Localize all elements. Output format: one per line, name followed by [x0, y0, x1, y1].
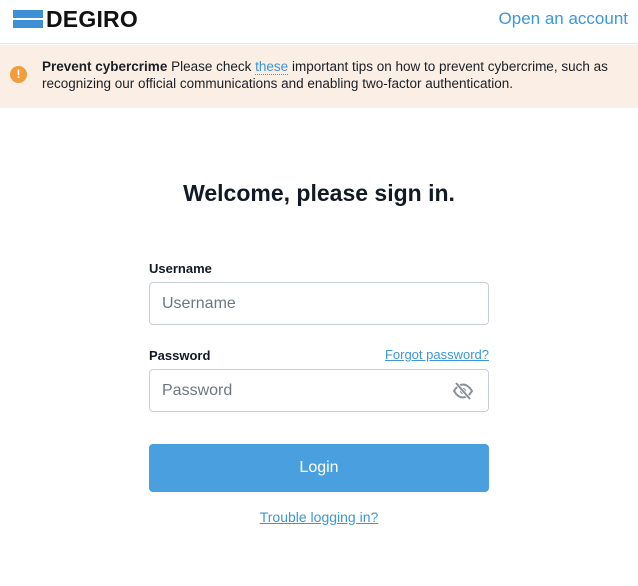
degiro-logo[interactable]: DEGIRO: [13, 6, 138, 32]
banner-title: Prevent cybercrime: [42, 59, 168, 74]
forgot-password-link[interactable]: Forgot password?: [385, 347, 489, 363]
trouble-logging-in-link[interactable]: Trouble logging in?: [260, 509, 379, 525]
logo-text: DEGIRO: [46, 6, 138, 32]
username-label: Username: [149, 261, 212, 276]
trouble-logging-in-container: Trouble logging in?: [0, 509, 638, 526]
banner-tips-link[interactable]: these: [255, 59, 289, 75]
cybercrime-warning-banner: ! Prevent cybercrime Please check these …: [0, 45, 638, 108]
degiro-logo-mark-icon: [13, 9, 43, 29]
password-field-container: [149, 369, 489, 412]
open-account-link[interactable]: Open an account: [499, 9, 628, 29]
login-button[interactable]: Login: [149, 444, 489, 492]
banner-text-before-link: Please check: [171, 59, 252, 74]
top-header: DEGIRO Open an account: [0, 0, 638, 44]
eye-slash-icon[interactable]: [452, 381, 474, 401]
banner-message: Prevent cybercrime Please check these im…: [42, 59, 632, 92]
username-field-container: [149, 282, 489, 325]
password-input[interactable]: [150, 370, 488, 411]
login-page: DEGIRO Open an account ! Prevent cybercr…: [0, 0, 638, 586]
password-label: Password: [149, 348, 211, 363]
username-input[interactable]: [150, 283, 488, 324]
page-title: Welcome, please sign in.: [183, 180, 455, 206]
warning-icon: !: [10, 66, 27, 83]
